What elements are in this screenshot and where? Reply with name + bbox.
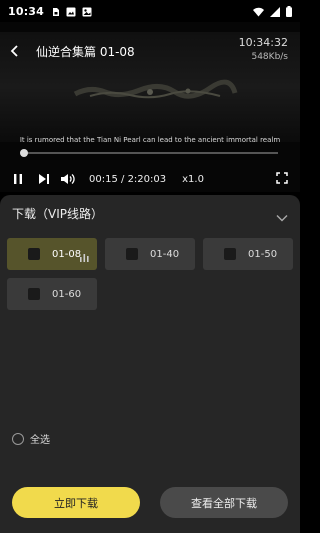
playback-rate-button[interactable]: x1.0 xyxy=(182,174,204,185)
status-left-icons xyxy=(52,2,92,21)
status-right-icons xyxy=(253,2,292,21)
select-all[interactable]: 全选 xyxy=(12,431,50,446)
episode-item[interactable]: 01-08 xyxy=(7,238,97,270)
progress-thumb[interactable] xyxy=(19,149,28,157)
download-header: 下载（VIP线路） xyxy=(12,207,103,221)
next-episode-icon[interactable] xyxy=(38,173,50,185)
episode-label: 01-60 xyxy=(52,288,82,300)
download-now-button[interactable]: 立即下载 xyxy=(12,487,140,518)
episode-item[interactable]: 01-40 xyxy=(105,238,195,270)
select-all-label: 全选 xyxy=(30,435,50,446)
now-playing-icon xyxy=(80,247,89,266)
timecode: 00:15 / 2:20:03 xyxy=(89,174,166,185)
time-separator: / xyxy=(117,173,128,185)
signal-icon xyxy=(270,2,280,21)
current-time: 00:15 xyxy=(89,173,118,185)
episode-item[interactable]: 01-60 xyxy=(7,278,97,310)
video-player[interactable]: 仙逆合集篇 01-08 10:34:32 548Kb/s It is rumor… xyxy=(0,22,300,192)
video-scene-image xyxy=(73,79,238,99)
episode-checkbox[interactable] xyxy=(126,248,138,260)
chevron-down-icon[interactable] xyxy=(276,207,288,226)
subtitle-text: It is rumored that the Tian Ni Pearl can… xyxy=(19,136,281,144)
sim-icon xyxy=(52,2,60,21)
progress-bar[interactable] xyxy=(19,149,278,157)
photo-icon xyxy=(66,2,76,21)
status-bar: 10:34 xyxy=(0,0,300,22)
battery-icon xyxy=(286,2,292,21)
total-time: 2:20:03 xyxy=(127,173,167,185)
episode-checkbox[interactable] xyxy=(28,248,40,260)
pause-icon[interactable] xyxy=(12,173,24,185)
video-title: 仙逆合集篇 01-08 xyxy=(36,44,135,59)
episode-label: 01-50 xyxy=(248,248,278,260)
network-speed: 548Kb/s xyxy=(251,52,288,62)
fullscreen-icon[interactable] xyxy=(276,172,288,184)
image-icon xyxy=(82,2,92,21)
episode-item[interactable]: 01-50 xyxy=(203,238,293,270)
select-all-radio[interactable] xyxy=(12,432,24,445)
view-all-downloads-button[interactable]: 查看全部下载 xyxy=(160,487,288,518)
download-panel: 下载（VIP线路） 01-08 01-40 01-50 01-60 全选 立即下… xyxy=(0,195,300,533)
episode-label: 01-40 xyxy=(150,248,180,260)
episode-label: 01-08 xyxy=(52,248,82,260)
volume-icon[interactable] xyxy=(60,173,75,185)
episode-checkbox[interactable] xyxy=(28,288,40,300)
player-controls: 00:15 / 2:20:03 x1.0 xyxy=(0,168,300,190)
status-time: 10:34 xyxy=(8,4,45,18)
back-arrow-icon[interactable] xyxy=(2,40,28,62)
clock-readout: 10:34:32 xyxy=(238,36,288,49)
wifi-icon xyxy=(253,2,264,21)
episode-checkbox[interactable] xyxy=(224,248,236,260)
